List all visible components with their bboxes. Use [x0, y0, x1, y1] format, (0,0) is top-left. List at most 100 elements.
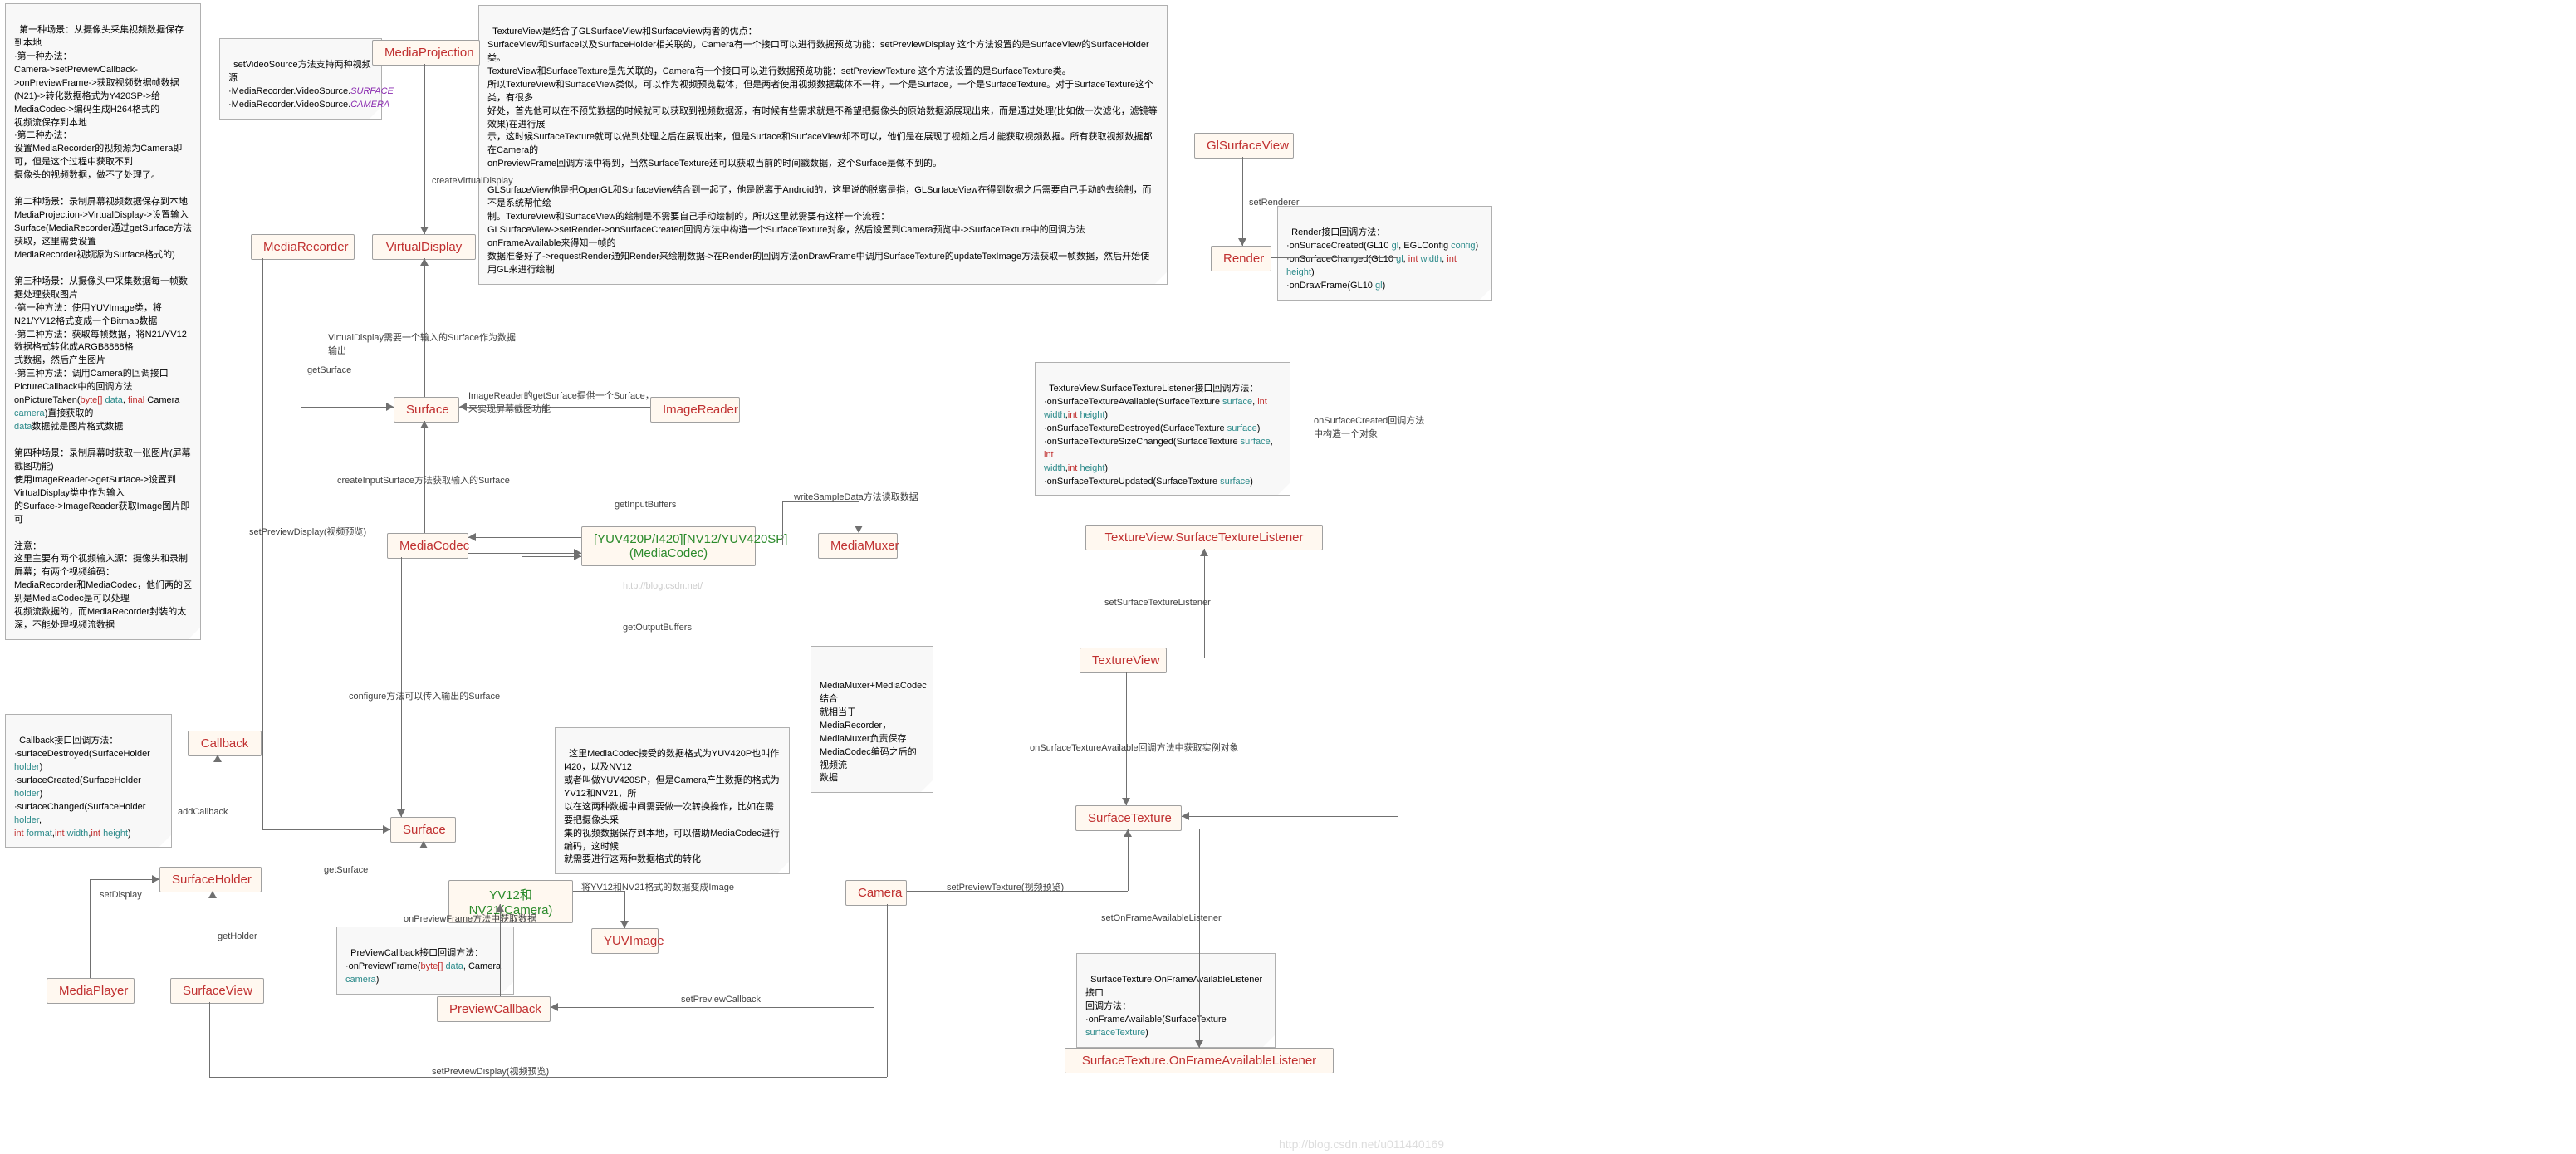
arrow — [386, 403, 394, 411]
line — [90, 879, 91, 978]
node-mediaplayer: MediaPlayer — [47, 978, 135, 1004]
arrow — [459, 403, 467, 411]
note-text: MediaMuxer+MediaCodec结合 就相当于MediaRecorde… — [820, 681, 927, 784]
lbl-yv12img: 将YV12和NV21格式的数据变成Image — [581, 880, 734, 893]
line — [551, 1007, 874, 1008]
line — [1271, 257, 1398, 258]
node-render: Render — [1211, 246, 1271, 271]
node-tvlistener: TextureView.SurfaceTextureListener — [1085, 525, 1323, 550]
line — [468, 537, 581, 538]
line — [262, 258, 263, 829]
node-surface1: Surface — [394, 397, 459, 423]
line — [90, 879, 159, 880]
line — [1126, 672, 1127, 805]
arrow — [551, 1003, 558, 1011]
arrow — [468, 533, 476, 541]
node-surface2: Surface — [390, 817, 456, 843]
line — [424, 64, 425, 234]
arrow — [383, 825, 390, 834]
line — [1242, 157, 1243, 246]
line — [1128, 829, 1129, 891]
line — [522, 556, 581, 557]
arrow — [208, 891, 217, 898]
note-mediacodec: 这里MediaCodec接受的数据格式为YUV420P也叫作I420，以及NV1… — [555, 727, 790, 874]
lbl-getholder: getHolder — [218, 932, 257, 941]
lbl-onpreviewframe: onPreviewFrame方法中获取数据 — [404, 912, 536, 925]
note-text: PreViewCallback接口回调方法： ·onPreviewFrame(b… — [345, 948, 501, 985]
node-callback: Callback — [188, 731, 262, 756]
arrow — [1195, 1040, 1203, 1048]
lbl-setrenderer: setRenderer — [1249, 198, 1300, 208]
node-previewcallback: PreviewCallback — [437, 996, 551, 1022]
note-stlistener: SurfaceTexture.OnFrameAvailableListener接… — [1076, 953, 1276, 1048]
lbl-configure: configure方法可以传入输出的Surface — [349, 689, 500, 702]
arrow — [574, 552, 581, 560]
lbl-blogurl: http://blog.csdn.net/ — [623, 581, 703, 591]
note-text: Callback接口回调方法： ·surfaceDestroyed(Surfac… — [14, 736, 150, 839]
note-setvideosource: setVideoSource方法支持两种视频源 ·MediaRecorder.V… — [219, 38, 382, 120]
note-callback: Callback接口回调方法： ·surfaceDestroyed(Surfac… — [5, 714, 172, 848]
lbl-onsurftexavail: onSurfaceTextureAvailable回调方法中获取实例对象 — [1030, 741, 1239, 754]
lbl-getinput: getInputBuffers — [615, 500, 676, 510]
lbl-setdisplay: setDisplay — [100, 890, 142, 900]
note-scenarios: 第一种场景：从摄像头采集视频数据保存到本地 ·第一种办法： Camera->se… — [5, 3, 201, 640]
lbl-addcb: addCallback — [178, 807, 228, 817]
lbl-setonframeavail: setOnFrameAvailableListener — [1101, 913, 1222, 923]
node-glsurfaceview: GlSurfaceView — [1194, 133, 1294, 159]
node-yuvimage: YUVImage — [591, 928, 659, 954]
node-yuv420p: [YUV420P/I420][NV12/YUV420SP] (MediaCode… — [581, 526, 756, 566]
lbl-spd1: setPreviewDisplay(视频预览) — [249, 525, 366, 538]
note-text: setVideoSource方法支持两种视频源 ·MediaRecorder.V… — [228, 60, 394, 110]
line — [262, 829, 390, 830]
arrow — [1122, 798, 1130, 805]
node-textureview: TextureView — [1080, 648, 1167, 673]
note-text: TextureView是结合了GLSurfaceView和SurfaceView… — [487, 27, 1158, 275]
lbl-setpreviewcb: setPreviewCallback — [681, 995, 761, 1005]
lbl-writesample: writeSampleData方法读取数据 — [794, 490, 918, 503]
lbl-irgetsurf: ImageReader的getSurface提供一个Surface， 来实现屏幕… — [468, 389, 654, 415]
lbl-getsurface: getSurface — [307, 365, 351, 375]
arrow — [213, 755, 222, 762]
note-previewcb: PreViewCallback接口回调方法： ·onPreviewFrame(b… — [336, 927, 514, 995]
line — [887, 904, 888, 1077]
node-mediamuxer: MediaMuxer — [818, 533, 898, 559]
arrow — [1182, 812, 1189, 820]
node-imagereader: ImageReader — [650, 397, 740, 423]
lbl-setsurftexlistener: setSurfaceTextureListener — [1104, 598, 1211, 608]
note-text: TextureView.SurfaceTextureListener接口回调方法… — [1044, 384, 1276, 487]
lbl-getsurface2: getSurface — [324, 865, 368, 875]
line — [782, 501, 783, 545]
node-surfaceholder: SurfaceHolder — [159, 867, 262, 892]
arrow — [855, 526, 863, 533]
line — [209, 1002, 210, 1077]
lbl-createvd: createVirtualDisplay — [432, 176, 513, 186]
arrow — [620, 921, 629, 928]
lbl-vdsurf: VirtualDisplay需要一个输入的Surface作为数据输出 — [328, 330, 519, 357]
node-virtualdisplay: VirtualDisplay — [372, 234, 476, 260]
node-surfacetexture: SurfaceTexture — [1075, 805, 1182, 831]
lbl-getoutput: getOutputBuffers — [623, 623, 692, 633]
node-surfaceview: SurfaceView — [170, 978, 264, 1004]
line — [424, 258, 425, 397]
node-mediaprojection: MediaProjection — [372, 40, 480, 66]
arrow — [420, 227, 429, 234]
line — [1182, 816, 1398, 817]
note-text: SurfaceTexture.OnFrameAvailableListener接… — [1085, 975, 1262, 1038]
note-render: Render接口回调方法： ·onSurfaceCreated(GL10 gl,… — [1277, 206, 1492, 301]
arrow — [152, 875, 159, 883]
lbl-setpreviewtex: setPreviewTexture(视频预览) — [947, 880, 1064, 893]
node-stlistener: SurfaceTexture.OnFrameAvailableListener — [1065, 1048, 1334, 1073]
arrow — [420, 421, 429, 428]
lbl-onsurfcreated: onSurfaceCreated回调方法 中构造一个对象 — [1314, 413, 1424, 440]
line — [301, 407, 394, 408]
line — [468, 553, 581, 554]
arrow — [397, 809, 405, 817]
node-camera: Camera — [845, 880, 907, 906]
arrow — [420, 258, 429, 266]
lbl-spd2: setPreviewDisplay(视频预览) — [432, 1064, 549, 1078]
node-mediarecorder: MediaRecorder — [251, 234, 355, 260]
node-mediacodec: MediaCodec — [387, 533, 468, 559]
line — [1199, 829, 1200, 1048]
lbl-createinputsurf: createInputSurface方法获取输入的Surface — [337, 473, 510, 487]
note-text: 这里MediaCodec接受的数据格式为YUV420P也叫作I420，以及NV1… — [564, 749, 780, 865]
